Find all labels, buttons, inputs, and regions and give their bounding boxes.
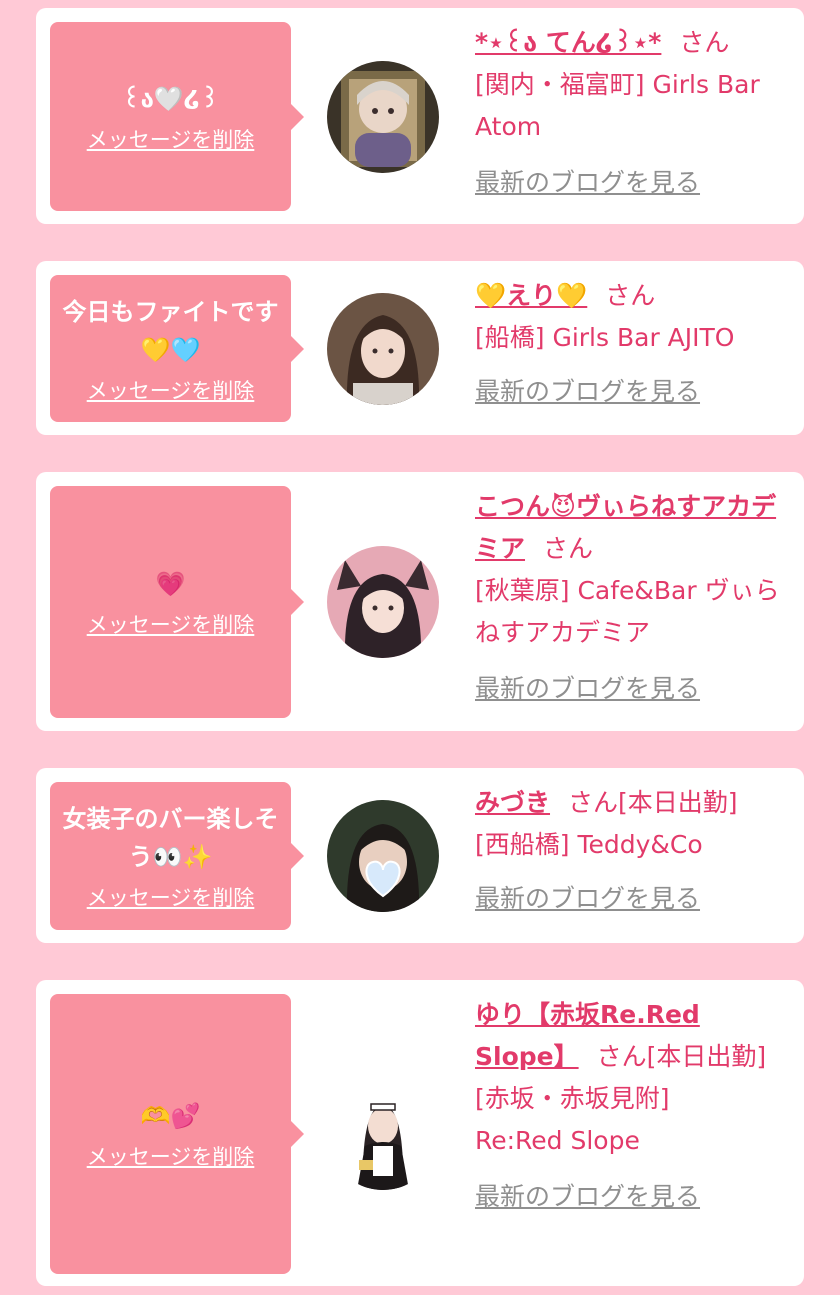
delete-message-link[interactable]: メッセージを削除: [87, 1141, 255, 1171]
avatar[interactable]: [327, 800, 439, 912]
delete-message-link[interactable]: メッセージを削除: [87, 882, 255, 912]
cast-info: みづき さん[本日出勤] [西船橋] Teddy&Co 最新のブログを見る: [475, 782, 795, 920]
message-bubble: ꒰ა🤍໒꒱ メッセージを削除: [50, 22, 304, 211]
avatar[interactable]: [327, 546, 439, 658]
cast-info: *⋆꒰ა てん໒꒱⋆* さん [関内・福富町] Girls Bar Atom 最新…: [475, 22, 795, 204]
message-card: 女装子のバー楽しそう👀✨ メッセージを削除 みづき さん[本日出勤] [西船橋] …: [36, 768, 804, 943]
message-bubble: 女装子のバー楽しそう👀✨ メッセージを削除: [50, 782, 304, 930]
latest-blog-link[interactable]: 最新のブログを見る: [475, 878, 700, 920]
cast-name-link[interactable]: みづき: [475, 788, 550, 817]
delete-message-link[interactable]: メッセージを削除: [87, 609, 255, 639]
avatar[interactable]: [327, 61, 439, 173]
message-card: ꒰ა🤍໒꒱ メッセージを削除 *⋆꒰ა てん໒꒱⋆* さん [関内・福富町] Gi…: [36, 8, 804, 224]
message-bubble: 今日もファイトです💛🩵 メッセージを削除: [50, 275, 304, 422]
message-text: ꒰ა🤍໒꒱: [121, 84, 220, 113]
name-suffix: さん: [543, 534, 594, 563]
delete-message-link[interactable]: メッセージを削除: [87, 375, 255, 405]
name-suffix: さん: [679, 28, 730, 57]
attendance-tag: [本日出勤]: [646, 1042, 767, 1071]
message-text: 女装子のバー楽しそう👀✨: [62, 805, 279, 871]
cast-name-link[interactable]: 💛えり💛: [475, 281, 587, 310]
message-text: 今日もファイトです💛🩵: [62, 297, 279, 364]
latest-blog-link[interactable]: 最新のブログを見る: [475, 668, 700, 710]
cast-info: 💛えり💛 さん [船橋] Girls Bar AJITO 最新のブログを見る: [475, 275, 795, 413]
name-suffix: さん: [596, 1042, 647, 1071]
message-bubble: 🫶💕 メッセージを削除: [50, 994, 304, 1274]
cast-info: ゆり【赤坂Re.Red Slope】 さん[本日出勤] [赤坂・赤坂見附] Re:…: [475, 994, 795, 1218]
cast-info: こつん😈ヴぃらねすアカデミア さん [秋葉原] Cafe&Bar ヴぃらねすアカデ…: [475, 486, 795, 710]
shop-text: [船橋] Girls Bar AJITO: [475, 323, 735, 352]
latest-blog-link[interactable]: 最新のブログを見る: [475, 162, 700, 204]
cast-name-link[interactable]: *⋆꒰ა てん໒꒱⋆*: [475, 28, 661, 57]
message-text: 💗: [155, 570, 186, 598]
shop-text: [西船橋] Teddy&Co: [475, 830, 703, 859]
latest-blog-link[interactable]: 最新のブログを見る: [475, 371, 700, 413]
message-card: 💗 メッセージを削除 こつん😈ヴぃらねすアカデミア さん [秋葉原] Cafe&B…: [36, 472, 804, 731]
name-suffix: さん: [568, 788, 619, 817]
message-bubble: 💗 メッセージを削除: [50, 486, 304, 718]
message-card: 今日もファイトです💛🩵 メッセージを削除 💛えり💛 さん [船橋] Girls B…: [36, 261, 804, 435]
shop-text: [赤坂・赤坂見附] Re:Red Slope: [475, 1084, 670, 1155]
shop-text: [関内・福富町] Girls Bar Atom: [475, 70, 760, 141]
avatar[interactable]: [327, 1078, 439, 1190]
cast-name-link[interactable]: こつん😈ヴぃらねすアカデミア: [475, 492, 776, 563]
name-suffix: さん: [605, 281, 656, 310]
message-card: 🫶💕 メッセージを削除 ゆり【赤坂Re.Red Slope】 さん[本日出勤] […: [36, 980, 804, 1286]
message-text: 🫶💕: [140, 1102, 201, 1130]
attendance-tag: [本日出勤]: [618, 788, 738, 817]
latest-blog-link[interactable]: 最新のブログを見る: [475, 1176, 700, 1218]
shop-text: [秋葉原] Cafe&Bar ヴぃらねすアカデミア: [475, 576, 780, 647]
delete-message-link[interactable]: メッセージを削除: [87, 124, 255, 154]
avatar[interactable]: [327, 293, 439, 405]
